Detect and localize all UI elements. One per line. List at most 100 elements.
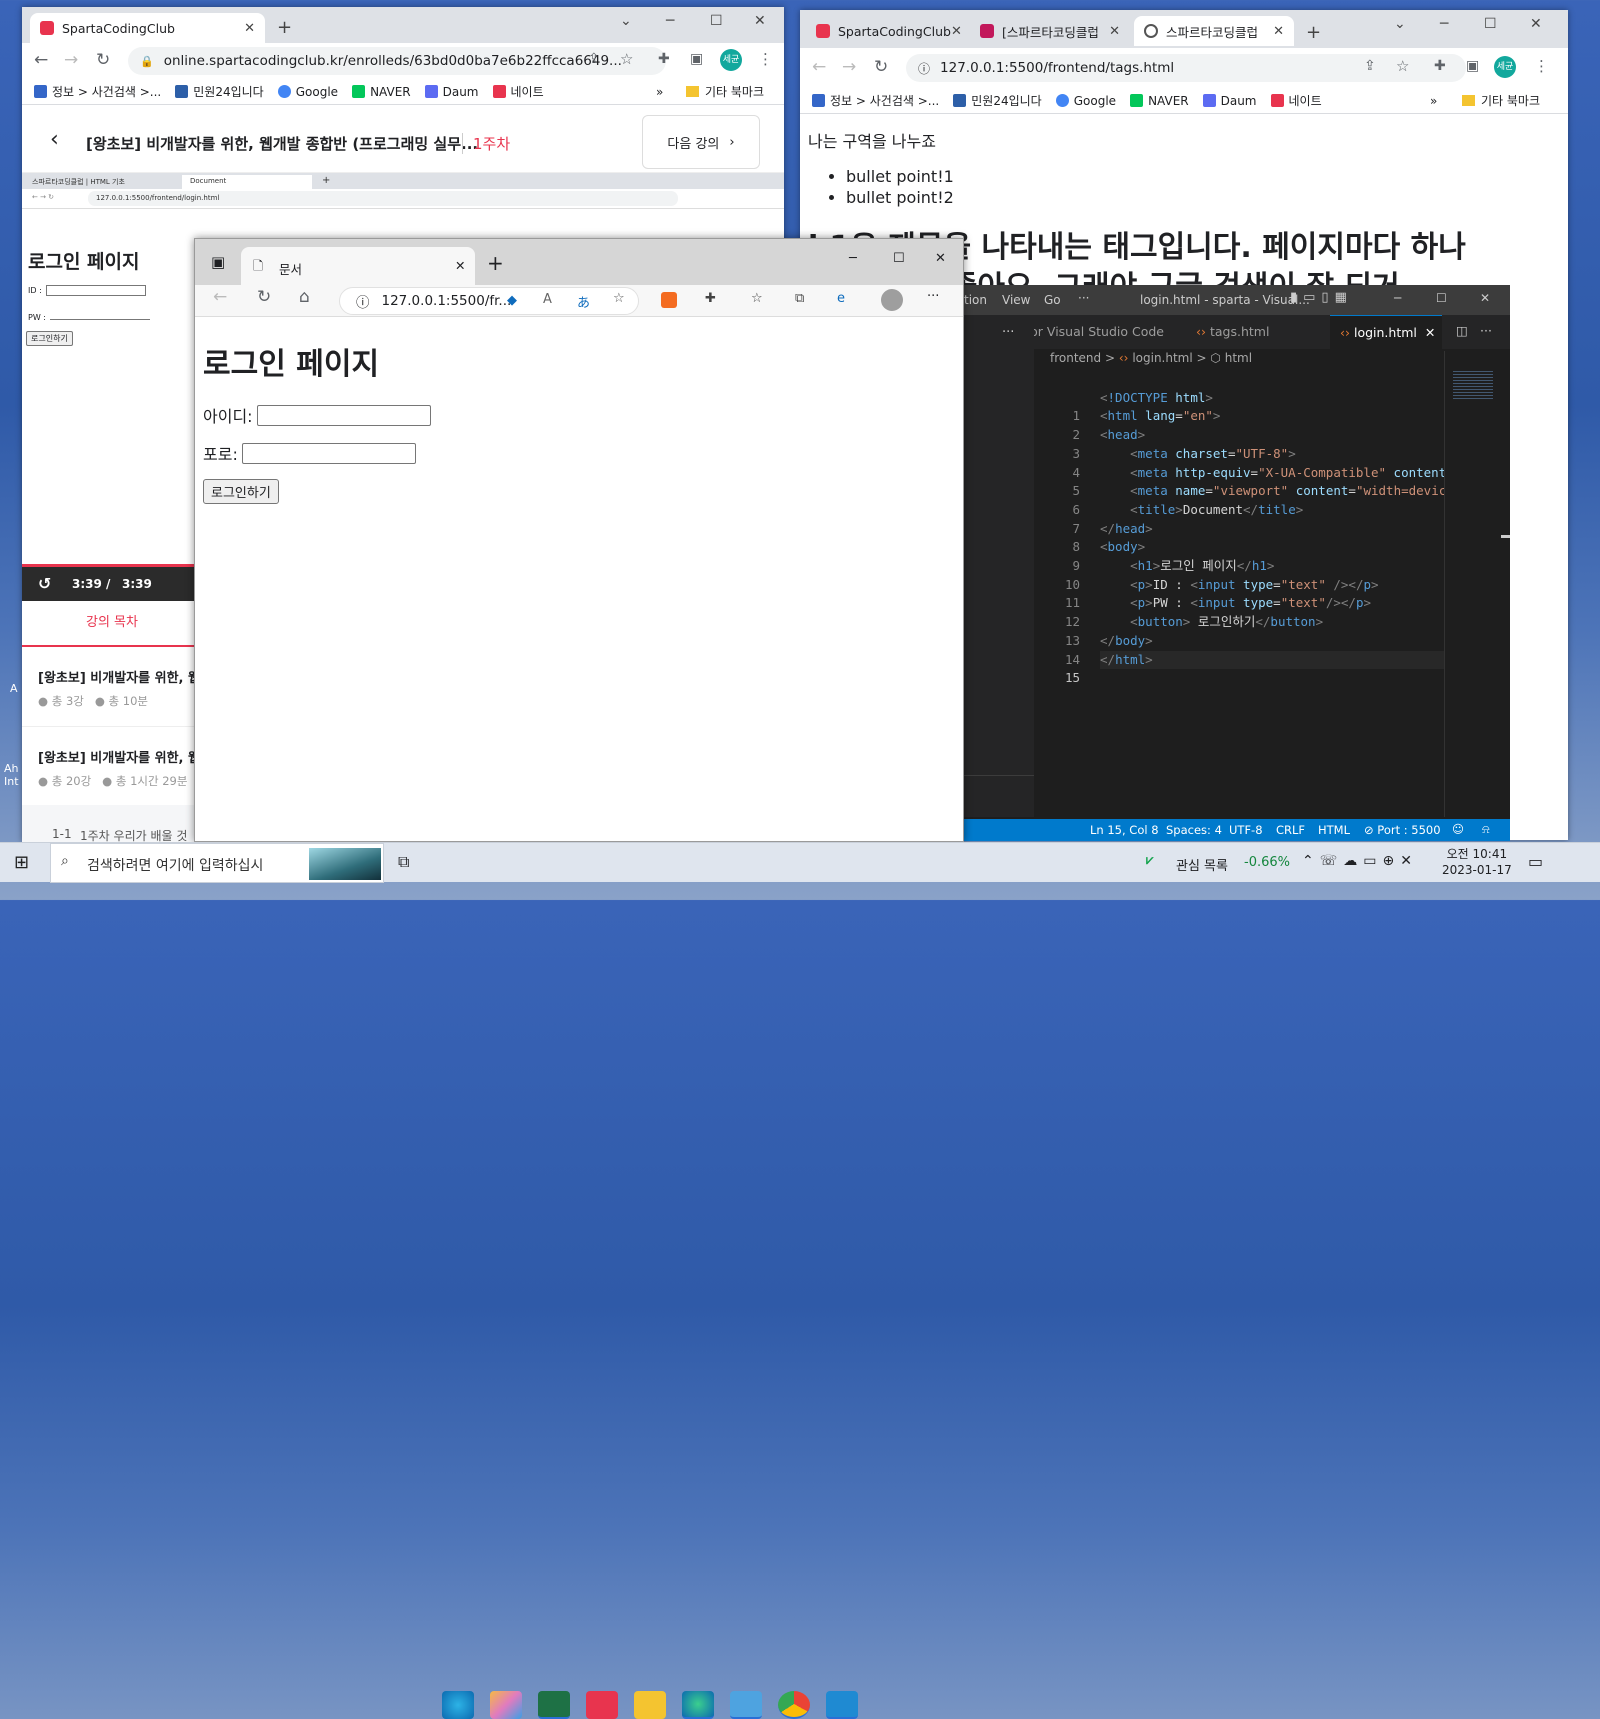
close-tab-icon[interactable]: ✕ (455, 258, 465, 273)
menu-icon[interactable]: ⋮ (1534, 57, 1549, 75)
avatar[interactable] (881, 289, 903, 311)
avatar[interactable]: 세균 (720, 49, 742, 71)
tab-login-html[interactable]: ‹› login.html ✕ (1330, 315, 1442, 349)
bookmark-item[interactable]: 민원24입니다 (175, 83, 264, 100)
close-tab-icon[interactable]: ✕ (1109, 24, 1120, 39)
bookmarks-more[interactable]: » (1430, 94, 1437, 108)
chrome-taskbar-icon[interactable] (778, 1691, 810, 1719)
tab-search-icon[interactable]: ⌄ (620, 13, 632, 29)
status-cursor[interactable]: Ln 15, Col 8 (1090, 823, 1159, 837)
extensions-icon[interactable]: ✚ (658, 51, 670, 67)
bookmark-item[interactable]: NAVER (1130, 94, 1189, 108)
stock-name[interactable]: 관심 목록 (1176, 855, 1228, 874)
new-tab-button[interactable]: + (487, 251, 504, 275)
paint-taskbar-icon[interactable] (490, 1691, 522, 1719)
other-bookmarks[interactable]: 기타 북마크 (686, 83, 764, 100)
reload-icon[interactable]: ↻ (874, 57, 888, 77)
minimize-button[interactable]: ─ (849, 251, 857, 266)
scrollbar[interactable] (1501, 535, 1510, 538)
next-lecture-button[interactable]: 다음 강의 › (642, 115, 760, 169)
status-indent[interactable]: Spaces: 4 (1166, 823, 1222, 837)
collections-icon[interactable]: ⧉ (795, 291, 804, 306)
desktop-icon-fragment[interactable]: Ah Int (4, 762, 19, 788)
forward-icon[interactable]: → (842, 57, 856, 77)
menu-more[interactable]: ··· (1078, 291, 1089, 305)
favorite-icon[interactable]: ☆ (613, 291, 625, 306)
notification-icon[interactable]: ▭ (1528, 852, 1543, 871)
search-box[interactable]: ⌕ 검색하려면 여기에 입력하십시 (50, 843, 384, 883)
bookmark-item[interactable]: NAVER (352, 85, 411, 99)
close-button[interactable]: ✕ (1530, 16, 1542, 32)
reload-icon[interactable]: ↻ (257, 287, 271, 307)
address-bar[interactable]: 🔒 online.spartacodingclub.kr/enrolleds/6… (128, 47, 666, 75)
minimize-button[interactable]: ─ (1394, 291, 1401, 305)
bookmark-item[interactable]: 민원24입니다 (953, 92, 1042, 109)
address-bar[interactable]: ⓘ 127.0.0.1:5500/fr... (339, 287, 639, 315)
tab-extension-pack[interactable]: Pack for Visual Studio Code (1034, 324, 1164, 339)
folder-taskbar-icon[interactable] (634, 1691, 666, 1719)
notepad-taskbar-icon[interactable] (730, 1691, 762, 1719)
edge-active-taskbar-icon[interactable] (682, 1691, 714, 1719)
edge-taskbar-icon[interactable] (442, 1691, 474, 1719)
status-language[interactable]: HTML (1318, 823, 1350, 837)
favorites-icon[interactable]: ☆ (751, 291, 763, 306)
bookmark-item[interactable]: 정보 > 사건검색 >... (34, 83, 161, 100)
extensions-icon[interactable]: ✚ (705, 291, 716, 306)
sparta-taskbar-icon[interactable] (586, 1691, 618, 1719)
menu-icon[interactable]: ⋮ (758, 50, 773, 68)
back-arrow-icon[interactable]: ‹ (50, 127, 59, 152)
status-eol[interactable]: CRLF (1276, 823, 1305, 837)
minimap[interactable] (1444, 351, 1510, 817)
more-actions-icon[interactable]: ··· (1002, 325, 1014, 340)
close-tab-icon[interactable]: ✕ (244, 21, 255, 36)
excel-taskbar-icon[interactable] (538, 1691, 570, 1719)
share-icon[interactable]: ⇪ (1364, 58, 1376, 74)
back-icon[interactable]: ← (213, 287, 227, 307)
tab-tags-html[interactable]: ‹› tags.html (1196, 324, 1269, 339)
maximize-button[interactable]: ☐ (1436, 291, 1447, 305)
bookmark-item[interactable]: Daum (424, 85, 479, 99)
bookmark-item[interactable]: 네이트 (492, 83, 544, 100)
minimize-button[interactable]: ─ (666, 13, 674, 29)
feedback-icon[interactable]: ☺ (1452, 822, 1464, 836)
tab-actions-icon[interactable]: ▣ (211, 253, 225, 271)
breadcrumb-item[interactable]: login.html (1132, 351, 1192, 365)
tab-sparta[interactable]: SpartaCodingClub ✕ (30, 13, 265, 43)
minimize-button[interactable]: ─ (1440, 16, 1448, 32)
translate-icon[interactable]: あ (577, 292, 590, 311)
id-input[interactable] (256, 404, 431, 426)
layout-icons[interactable]: ▮▭▯▦ (1290, 290, 1353, 305)
tray-icons[interactable]: ⌃☏☁▭⊕✕ (1302, 853, 1418, 869)
extensions-icon[interactable]: ✚ (1434, 58, 1446, 74)
tab-login[interactable]: 🗋 문서 ✕ (241, 247, 475, 285)
extension-ex-icon[interactable] (661, 292, 677, 308)
login-button[interactable]: 로그인하기 (203, 479, 279, 504)
close-tab-icon[interactable]: ✕ (951, 24, 962, 39)
back-icon[interactable]: ← (812, 57, 826, 77)
menu-go[interactable]: Go (1044, 293, 1061, 307)
new-tab-button[interactable]: + (1306, 22, 1321, 43)
breadcrumb-item[interactable]: html (1225, 351, 1252, 365)
address-bar[interactable]: ⓘ 127.0.0.1:5500/frontend/tags.html (906, 54, 1466, 82)
start-button[interactable]: ⊞ (14, 852, 29, 873)
back-icon[interactable]: ← (34, 50, 48, 70)
tab-tags[interactable]: 스파르타코딩클럽 ✕ (1134, 16, 1294, 46)
more-actions-icon[interactable]: ··· (1480, 323, 1492, 338)
menu-icon[interactable]: ··· (927, 289, 939, 304)
bookmark-item[interactable]: 네이트 (1270, 92, 1322, 109)
maximize-button[interactable]: ☐ (710, 13, 723, 29)
close-button[interactable]: ✕ (1480, 291, 1490, 305)
bookmark-item[interactable]: 정보 > 사건검색 >... (812, 92, 939, 109)
pw-input[interactable] (241, 442, 416, 464)
bookmarks-more[interactable]: » (656, 85, 663, 99)
close-button[interactable]: ✕ (754, 13, 766, 29)
replay-icon[interactable]: ↺ (38, 574, 51, 593)
bookmark-item[interactable]: Daum (1202, 94, 1257, 108)
split-editor-icon[interactable]: ◫ (1456, 323, 1468, 338)
tab-sparta[interactable]: SpartaCodingClub ✕ (806, 16, 966, 46)
task-view-icon[interactable]: ⧉ (398, 852, 409, 872)
bookmark-item[interactable]: Google (1055, 94, 1116, 108)
stock-widget-icon[interactable]: ⩗ (1146, 853, 1153, 868)
breadcrumb-item[interactable]: frontend (1050, 351, 1101, 365)
read-aloud-icon[interactable]: A (543, 292, 552, 307)
